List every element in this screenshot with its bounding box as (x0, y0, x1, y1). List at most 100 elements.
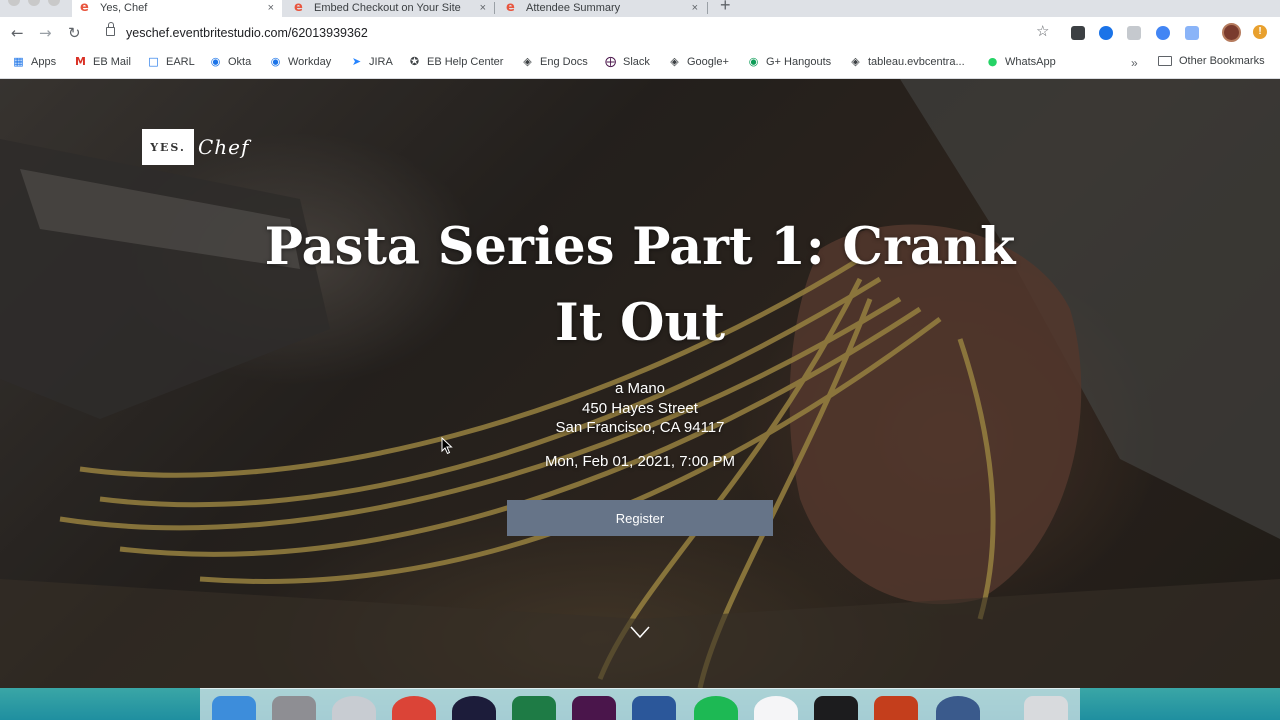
window-close-button[interactable] (8, 0, 20, 6)
eventbrite-favicon-icon: e (294, 0, 303, 15)
tab-embed-checkout[interactable]: e Embed Checkout on Your Site × (288, 0, 494, 17)
logo-box: YES. (142, 129, 194, 165)
folder-icon (1158, 56, 1172, 66)
bookmark-label: Google+ (687, 55, 729, 68)
hero-section: YES. Chef Pasta Series Part 1: Crank It … (0, 79, 1280, 688)
tab-strip: e Yes, Chef × e Embed Checkout on Your S… (0, 0, 1280, 17)
whatsapp-icon: ● (987, 55, 998, 68)
globe-icon: ◈ (523, 55, 532, 68)
new-tab-button[interactable]: + (720, 0, 731, 16)
more-bookmarks-chevron-icon[interactable]: » (1131, 56, 1138, 70)
bookmark-label: tableau.evbcentra... (868, 55, 965, 68)
event-title-line2: It Out (554, 293, 726, 353)
spotify-icon[interactable] (694, 696, 738, 720)
slack-icon: ⨁ (605, 55, 616, 68)
tab-separator (494, 2, 495, 14)
gmail-icon: M (75, 55, 86, 68)
hangouts-icon: ◉ (748, 55, 759, 68)
chrome-icon[interactable] (392, 696, 436, 720)
alert-icon[interactable]: ! (1253, 25, 1267, 39)
bookmark-eb-help-center[interactable]: ✪ EB Help Center (408, 55, 504, 68)
venue-name: a Mano (614, 380, 666, 397)
jira-icon: ➤ (351, 55, 362, 68)
venue-city: San Francisco, CA 94117 (555, 419, 725, 436)
tab-title: Attendee Summary (526, 2, 621, 14)
workday-icon: ◉ (270, 55, 281, 68)
launchpad-icon[interactable] (332, 696, 376, 720)
event-datetime: Mon, Feb 01, 2021, 7:00 PM (544, 453, 736, 470)
forward-arrow-icon[interactable]: → (39, 24, 52, 42)
register-button[interactable]: Register (507, 500, 773, 536)
eventbrite-favicon-icon: e (80, 0, 89, 15)
tab-separator (707, 2, 708, 14)
close-tab-icon[interactable]: × (692, 2, 698, 14)
finder-icon[interactable] (212, 696, 256, 720)
bookmark-label: G+ Hangouts (766, 55, 832, 68)
bookmark-eb-mail[interactable]: M EB Mail (74, 55, 131, 68)
url-text[interactable]: yeschef.eventbritestudio.com/62013939362 (126, 26, 368, 40)
bookmark-earl[interactable]: □ EARL (147, 55, 195, 68)
bookmark-label: EARL (166, 55, 195, 68)
bookmark-label: Eng Docs (540, 55, 588, 68)
bookmark-whatsapp[interactable]: ● WhatsApp (986, 55, 1056, 68)
back-arrow-icon[interactable]: ← (11, 24, 24, 42)
bookmark-tableau[interactable]: ◈ tableau.evbcentra... (849, 55, 965, 68)
bookmark-label: Other Bookmarks (1179, 55, 1265, 67)
bookmark-google-plus[interactable]: ◈ Google+ (668, 55, 729, 68)
bookmark-label: Apps (31, 55, 57, 68)
window-minimize-button[interactable] (28, 0, 40, 6)
extension-icon[interactable] (1127, 26, 1141, 40)
other-bookmarks-folder[interactable]: Other Bookmarks (1158, 55, 1265, 67)
bookmark-apps[interactable]: ▦ Apps (12, 55, 56, 68)
address-bar[interactable]: yeschef.eventbritestudio.com/62013939362 (96, 22, 1060, 46)
bookmark-label: Slack (623, 55, 650, 68)
bookmark-eng-docs[interactable]: ◈ Eng Docs (521, 55, 588, 68)
bookmark-jira[interactable]: ➤ JIRA (350, 55, 393, 68)
trash-icon[interactable] (1024, 696, 1068, 720)
lock-icon (106, 22, 115, 36)
window-zoom-button[interactable] (48, 0, 60, 6)
bookmark-label: EB Help Center (427, 55, 504, 68)
yes-chef-logo[interactable]: YES. Chef (142, 129, 249, 165)
tab-attendee-summary[interactable]: e Attendee Summary × (500, 0, 706, 17)
app-icon[interactable] (936, 696, 980, 720)
extension-icon[interactable] (1185, 26, 1199, 40)
help-center-icon: ✪ (409, 55, 420, 68)
activity-monitor-icon[interactable] (814, 696, 858, 720)
bookmark-label: WhatsApp (1005, 55, 1056, 68)
close-tab-icon[interactable]: × (268, 2, 274, 14)
venue-street: 450 Hayes Street (582, 399, 698, 417)
extension-icon[interactable] (1099, 26, 1113, 40)
bookmark-workday[interactable]: ◉ Workday (269, 55, 332, 68)
bookmark-label: Okta (228, 55, 252, 68)
okta-icon: ◉ (210, 55, 221, 68)
bookmark-g-hangouts[interactable]: ◉ G+ Hangouts (747, 55, 831, 68)
bookmark-slack[interactable]: ⨁ Slack (604, 55, 650, 68)
extension-icon[interactable] (1156, 26, 1170, 40)
bookmark-okta[interactable]: ◉ Okta (209, 55, 252, 68)
event-title-line1: Pasta Series Part 1: Crank (264, 217, 1016, 277)
logo-script-text: Chef (198, 135, 250, 159)
word-icon[interactable] (632, 696, 676, 720)
powerpoint-icon[interactable] (874, 696, 918, 720)
profile-avatar[interactable] (1222, 23, 1241, 42)
globe-icon: ◈ (851, 55, 860, 68)
excel-icon[interactable] (512, 696, 556, 720)
mouse-cursor-icon (441, 437, 453, 455)
tab-yes-chef[interactable]: e Yes, Chef × (72, 0, 282, 17)
venue-address: a Mano 450 Hayes Street San Francisco, C… (440, 379, 840, 438)
globe-icon: ◈ (670, 55, 679, 68)
event-title: Pasta Series Part 1: Crank It Out (240, 209, 1040, 361)
extension-icon[interactable] (1071, 26, 1085, 40)
scroll-down-chevron-icon[interactable] (630, 625, 650, 639)
music-icon[interactable] (754, 696, 798, 720)
reload-icon[interactable]: ↻ (68, 24, 81, 42)
slack-app-icon[interactable] (572, 696, 616, 720)
bookmark-star-icon[interactable]: ☆ (1036, 22, 1049, 40)
eventbrite-app-icon[interactable] (452, 696, 496, 720)
bookmark-label: Workday (288, 55, 332, 68)
close-tab-icon[interactable]: × (480, 2, 486, 14)
bookmark-label: JIRA (369, 55, 393, 68)
system-preferences-icon[interactable] (272, 696, 316, 720)
calendar-icon: □ (148, 55, 159, 68)
